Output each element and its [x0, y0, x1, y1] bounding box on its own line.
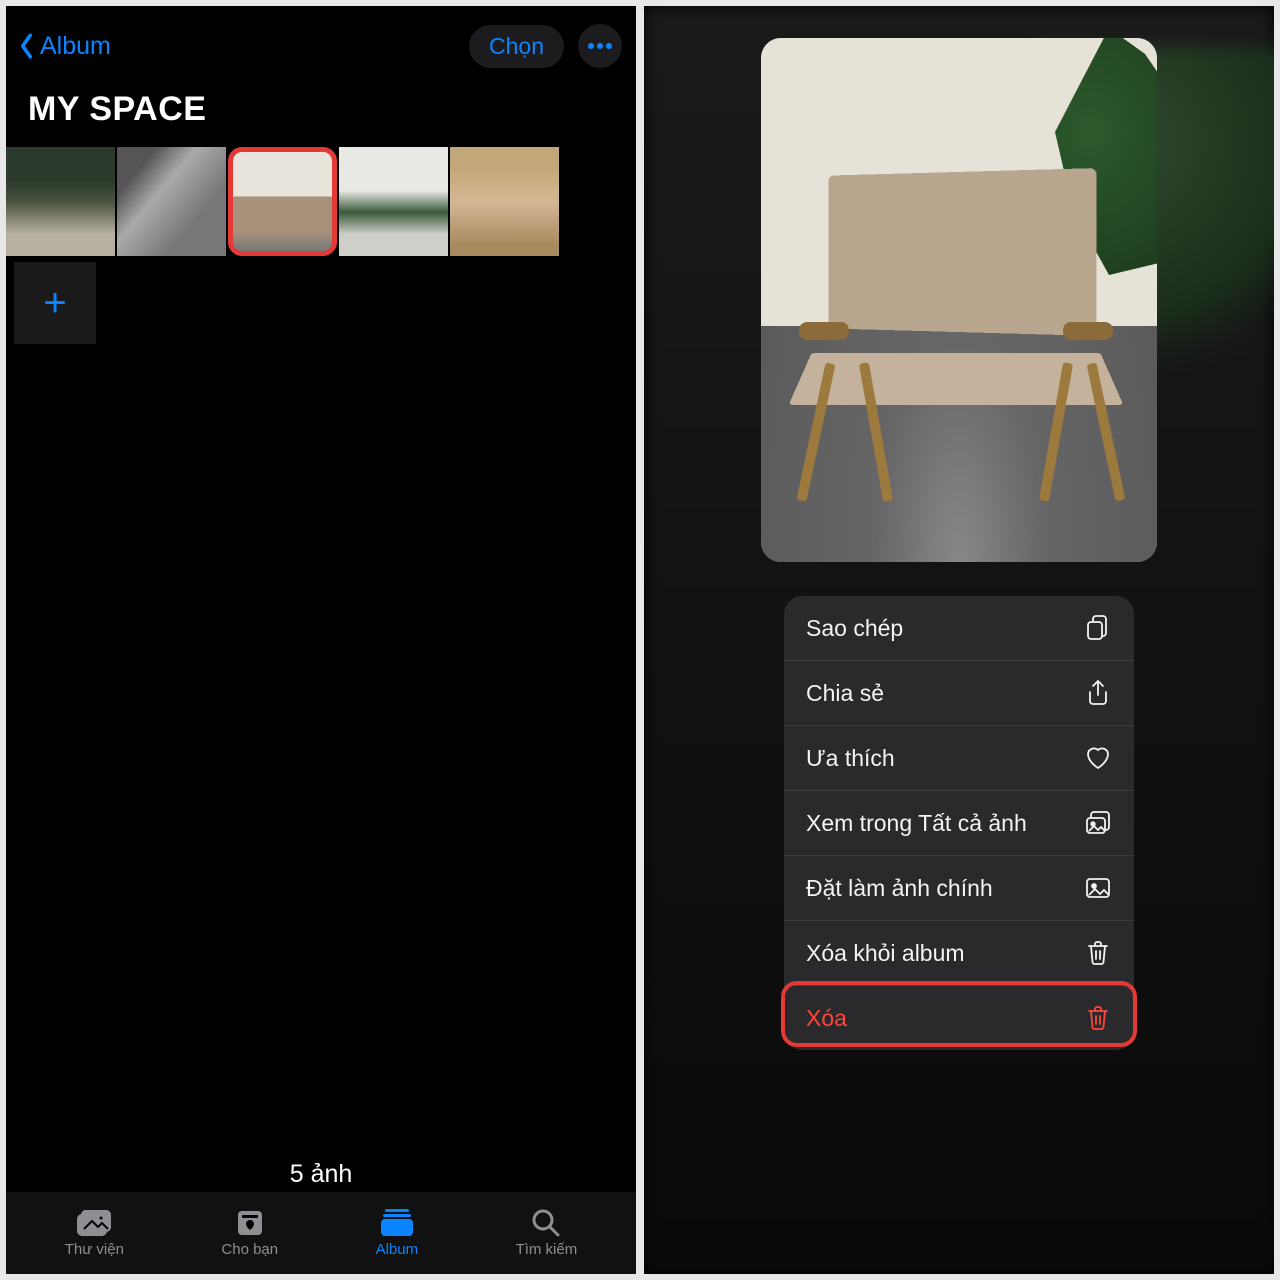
back-button[interactable]: Album: [16, 31, 111, 61]
menu-label: Xóa: [806, 1005, 847, 1032]
context-menu-pane: Sao chép Chia sẻ Ưa thích Xem trong Tất …: [644, 6, 1274, 1274]
photo-grid: [6, 147, 636, 256]
menu-label: Đặt làm ảnh chính: [806, 875, 993, 902]
menu-item-favorite[interactable]: Ưa thích: [784, 726, 1134, 791]
menu-item-view-all[interactable]: Xem trong Tất cả ảnh: [784, 791, 1134, 856]
add-photo-tile[interactable]: +: [14, 262, 96, 344]
select-button[interactable]: Chọn: [469, 25, 564, 68]
tab-bar: Thư viện Cho bạn Album Tìm kiếm: [6, 1192, 636, 1274]
tab-label: Cho bạn: [221, 1241, 278, 1258]
context-menu: Sao chép Chia sẻ Ưa thích Xem trong Tất …: [784, 596, 1134, 1050]
ellipsis-icon: [588, 43, 612, 49]
menu-item-copy[interactable]: Sao chép: [784, 596, 1134, 661]
photo-thumbnail[interactable]: [450, 147, 559, 256]
albums-icon: [379, 1207, 415, 1237]
copy-icon: [1084, 614, 1112, 642]
trash-icon: [1084, 939, 1112, 967]
photo-thumbnail-selected[interactable]: [228, 147, 337, 256]
nav-actions: Chọn: [469, 24, 622, 68]
menu-item-remove-from-album[interactable]: Xóa khỏi album: [784, 921, 1134, 986]
photo-count-label: 5 ảnh: [6, 1160, 636, 1189]
menu-item-share[interactable]: Chia sẻ: [784, 661, 1134, 726]
tab-library[interactable]: Thư viện: [65, 1207, 124, 1258]
tab-for-you[interactable]: Cho bạn: [221, 1207, 278, 1258]
trash-icon: [1084, 1004, 1112, 1032]
photo-preview[interactable]: [761, 38, 1157, 562]
tab-label: Album: [376, 1241, 419, 1258]
menu-item-make-key-photo[interactable]: Đặt làm ảnh chính: [784, 856, 1134, 921]
tab-label: Thư viện: [65, 1241, 124, 1258]
photo-thumbnail[interactable]: [6, 147, 115, 256]
album-title: MY SPACE: [6, 78, 636, 147]
library-icon: [76, 1207, 112, 1237]
chevron-left-icon: [16, 31, 38, 61]
tab-label: Tìm kiếm: [516, 1241, 578, 1258]
photo-content: [761, 38, 1157, 562]
share-icon: [1084, 679, 1112, 707]
album-view-pane: Album Chọn MY SPACE + 5 ảnh Thư viện Cho…: [6, 6, 636, 1274]
photo-thumbnail[interactable]: [117, 147, 226, 256]
photo-thumbnail[interactable]: [339, 147, 448, 256]
menu-label: Ưa thích: [806, 745, 895, 772]
nav-bar: Album Chọn: [6, 6, 636, 78]
menu-label: Sao chép: [806, 615, 903, 642]
plus-icon: +: [43, 281, 66, 326]
tab-albums[interactable]: Album: [376, 1207, 419, 1258]
more-button[interactable]: [578, 24, 622, 68]
photos-stack-icon: [1084, 809, 1112, 837]
heart-icon: [1084, 744, 1112, 772]
back-label: Album: [40, 32, 111, 61]
menu-label: Xem trong Tất cả ảnh: [806, 810, 1027, 837]
for-you-icon: [232, 1207, 268, 1237]
image-icon: [1084, 874, 1112, 902]
search-icon: [528, 1207, 564, 1237]
menu-item-delete[interactable]: Xóa: [784, 986, 1134, 1050]
menu-label: Chia sẻ: [806, 680, 884, 707]
tab-search[interactable]: Tìm kiếm: [516, 1207, 578, 1258]
menu-label: Xóa khỏi album: [806, 940, 965, 967]
